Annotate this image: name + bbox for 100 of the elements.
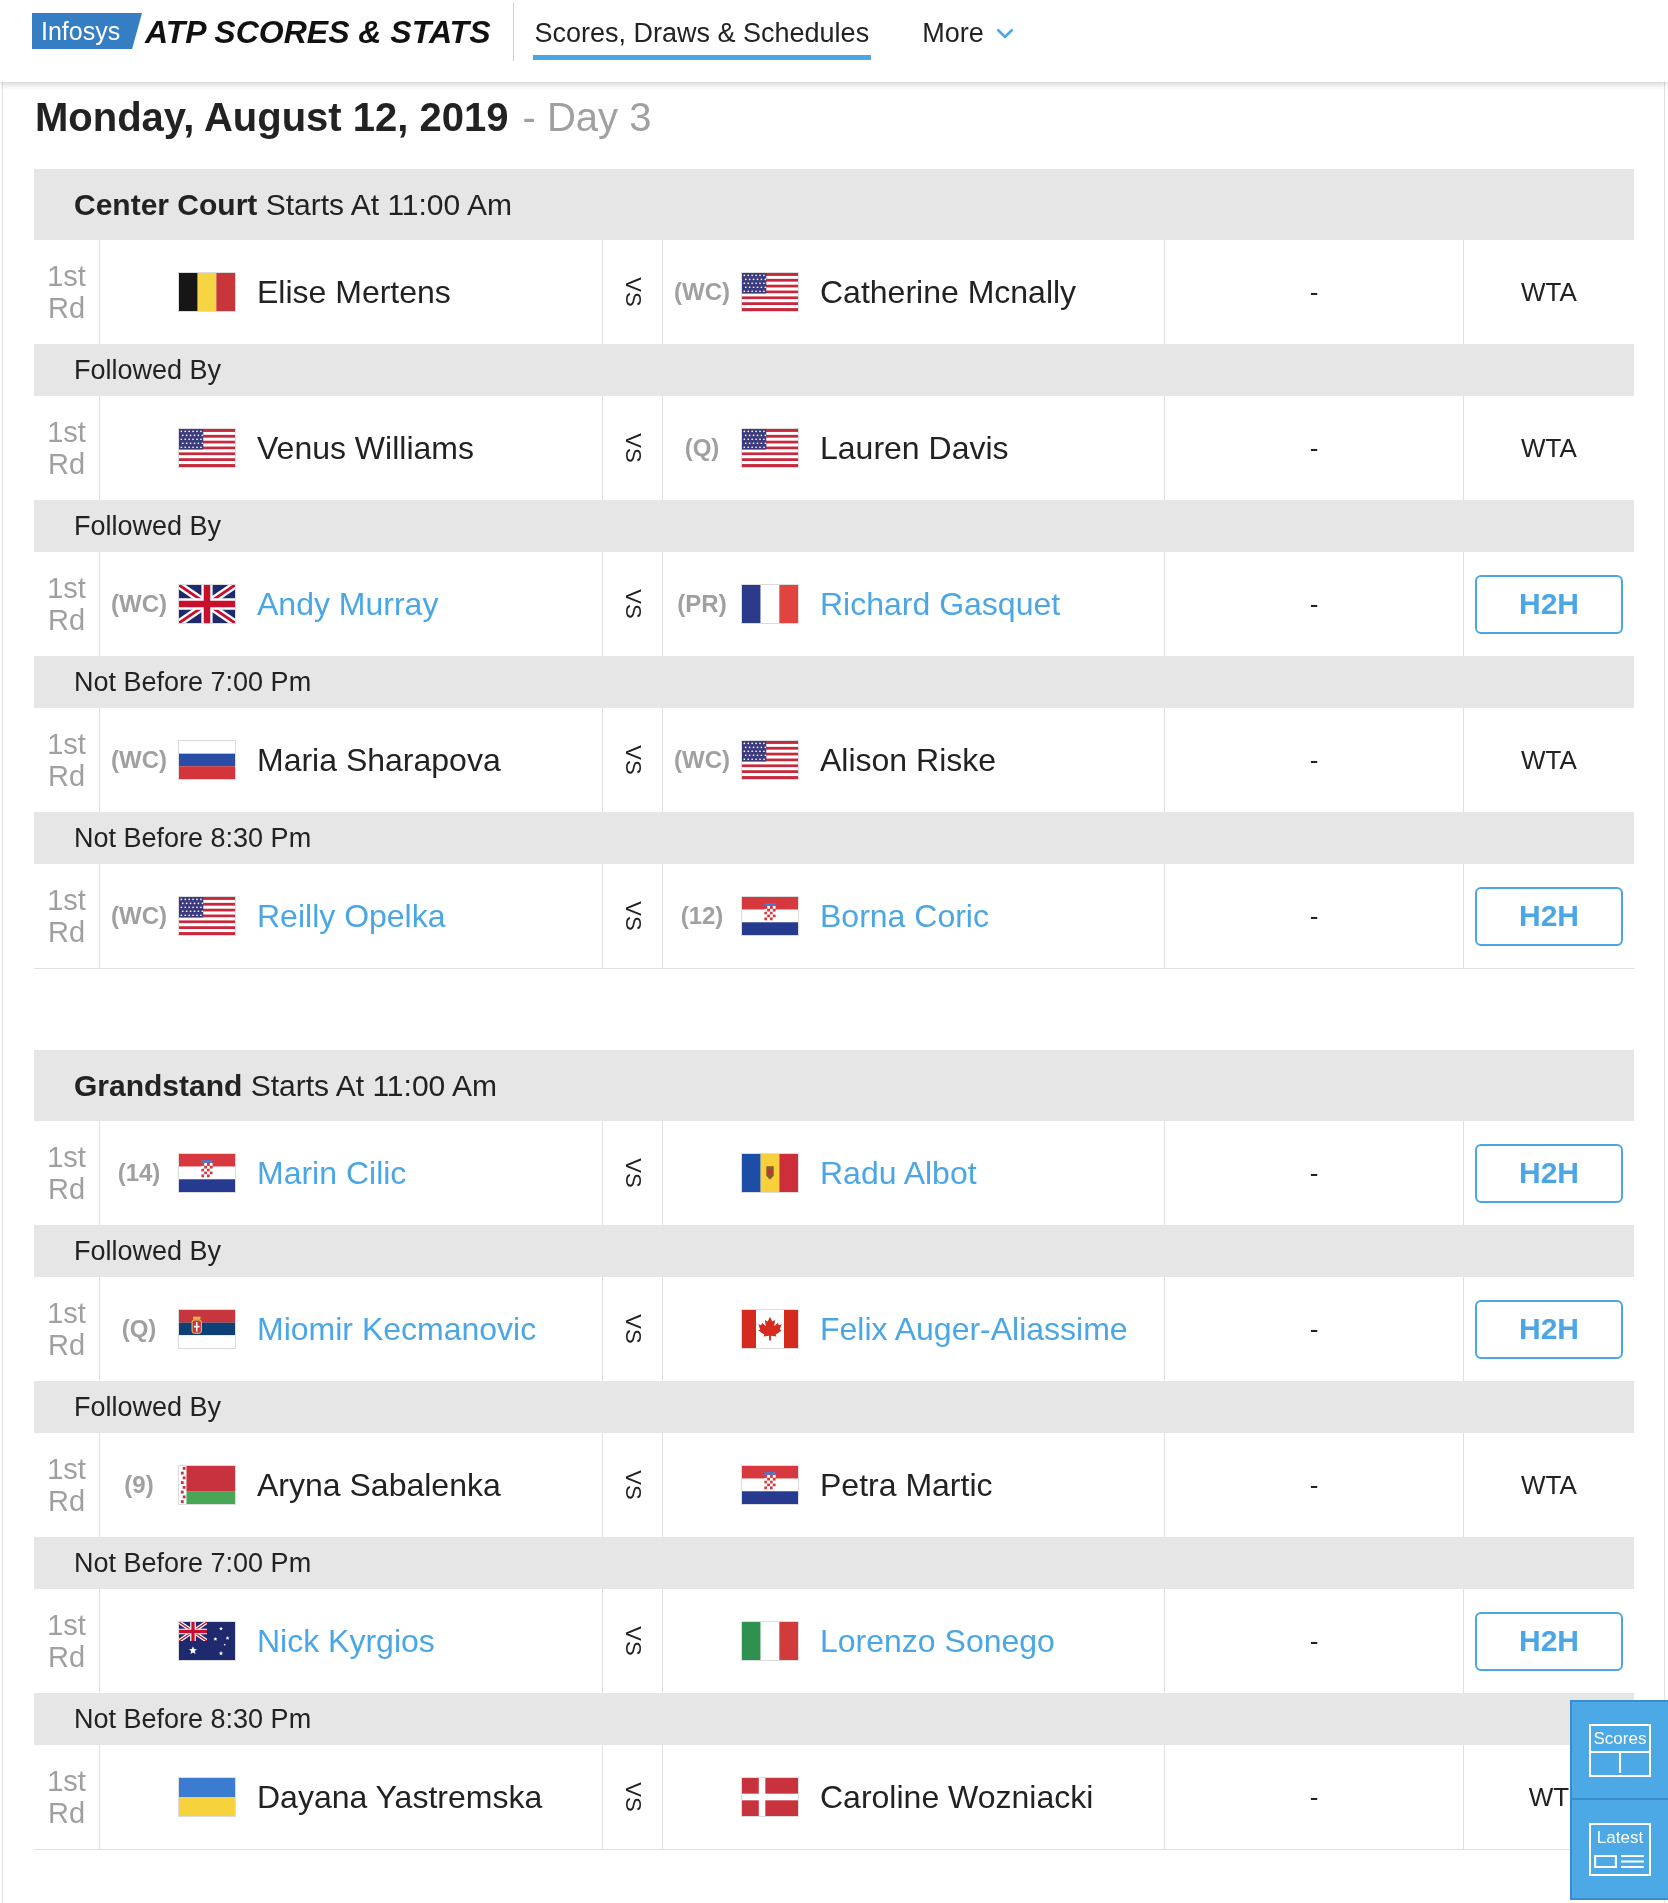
versus-label: VS	[619, 589, 646, 619]
player-name: Elise Mertens	[257, 273, 451, 311]
belgium-flag-icon	[178, 272, 236, 312]
player-link[interactable]: Reilly Opelka	[257, 897, 446, 935]
score-label: -	[1309, 1625, 1319, 1657]
score-label: -	[1309, 1313, 1319, 1345]
player-name: Dayana Yastremska	[257, 1778, 543, 1816]
seed-label: (PR)	[677, 590, 727, 618]
panel-grid-icon	[1591, 1750, 1649, 1773]
nav-tab[interactable]: More	[920, 0, 1016, 60]
union-jack-flag-icon	[178, 584, 236, 624]
player-link[interactable]: Andy Murray	[257, 585, 439, 623]
versus-label: VS	[619, 1314, 646, 1344]
seed-label: (WC)	[674, 278, 730, 306]
court-title: Center Court Starts At 11:00 Am	[74, 187, 512, 222]
player-link[interactable]: Nick Kyrgios	[257, 1622, 435, 1660]
score-label: -	[1309, 900, 1319, 932]
versus-label: VS	[619, 745, 646, 775]
score-label: -	[1309, 1781, 1319, 1813]
usa-flag-icon	[741, 740, 799, 780]
round-label: 1st Rd	[47, 1297, 86, 1361]
russia-flag-icon	[178, 740, 236, 780]
tour-label: WTA	[1521, 1469, 1577, 1501]
player-name: Petra Martic	[820, 1466, 993, 1504]
h2h-button[interactable]: H2H	[1475, 1143, 1623, 1203]
score-label: -	[1309, 588, 1319, 620]
croatia-flag-icon	[178, 1153, 236, 1193]
ukraine-flag-icon	[178, 1777, 236, 1817]
player-link[interactable]: Marin Cilic	[257, 1154, 407, 1192]
seed-label: (WC)	[111, 746, 167, 774]
player-link[interactable]: Felix Auger-Aliassime	[820, 1310, 1128, 1348]
h2h-button[interactable]: H2H	[1475, 1611, 1623, 1671]
sponsor-logo: Infosys	[32, 13, 142, 49]
australia-flag-icon	[178, 1621, 236, 1661]
usa-flag-icon	[178, 428, 236, 468]
seed-label: (9)	[124, 1471, 154, 1499]
date-heading: Monday, August 12, 2019	[35, 94, 509, 141]
seed-label: (Q)	[121, 1315, 157, 1343]
versus-label: VS	[619, 433, 646, 463]
latest-button[interactable]: Latest	[1570, 1800, 1668, 1900]
round-label: 1st Rd	[47, 572, 86, 636]
schedule-note: Not Before 7:00 Pm	[74, 666, 312, 698]
court-title: Grandstand Starts At 11:00 Am	[74, 1068, 497, 1103]
player-link[interactable]: Richard Gasquet	[820, 585, 1061, 623]
player-link[interactable]: Lorenzo Sonego	[820, 1622, 1055, 1660]
round-label: 1st Rd	[47, 1453, 86, 1517]
schedule-note: Not Before 8:30 Pm	[74, 1703, 312, 1735]
player-link[interactable]: Radu Albot	[820, 1154, 977, 1192]
player-link[interactable]: Miomir Kecmanovic	[257, 1310, 537, 1348]
round-label: 1st Rd	[47, 416, 86, 480]
seed-label: (WC)	[111, 590, 167, 618]
versus-label: VS	[619, 1782, 646, 1812]
usa-flag-icon	[741, 428, 799, 468]
versus-label: VS	[619, 277, 646, 307]
tour-label: WTA	[1521, 744, 1577, 776]
seed-label: (12)	[680, 902, 724, 930]
usa-flag-icon	[178, 896, 236, 936]
day-label: - Day 3	[522, 94, 652, 141]
croatia-flag-icon	[741, 896, 799, 936]
nav-tab[interactable]: Scores, Draws & Schedules	[532, 0, 872, 60]
versus-label: VS	[619, 1626, 646, 1656]
h2h-button[interactable]: H2H	[1475, 886, 1623, 946]
round-label: 1st Rd	[47, 884, 86, 948]
tour-label: WT	[1528, 1781, 1570, 1813]
round-label: 1st Rd	[47, 1141, 86, 1205]
player-name: Lauren Davis	[820, 429, 1009, 467]
score-label: -	[1309, 1469, 1319, 1501]
h2h-button[interactable]: H2H	[1475, 1299, 1623, 1359]
denmark-flag-icon	[741, 1777, 799, 1817]
player-link[interactable]: Borna Coric	[820, 897, 989, 935]
scores-button[interactable]: Scores	[1570, 1700, 1668, 1800]
seed-label: (WC)	[674, 746, 730, 774]
seed-label: (Q)	[684, 434, 720, 462]
player-name: Maria Sharapova	[257, 741, 501, 779]
tour-label: WTA	[1521, 276, 1577, 308]
player-name: Catherine Mcnally	[820, 273, 1077, 311]
round-label: 1st Rd	[47, 1765, 86, 1829]
tour-label: WTA	[1521, 432, 1577, 464]
italy-flag-icon	[741, 1621, 799, 1661]
round-label: 1st Rd	[47, 260, 86, 324]
brand-logo[interactable]: ATP SCORES & STATS	[145, 14, 491, 50]
croatia-flag-icon	[741, 1465, 799, 1505]
player-name: Venus Williams	[257, 429, 474, 467]
schedule-note: Followed By	[74, 510, 222, 542]
schedule-note: Followed By	[74, 1235, 222, 1267]
moldova-flag-icon	[741, 1153, 799, 1193]
france-flag-icon	[741, 584, 799, 624]
schedule-note: Followed By	[74, 1391, 222, 1423]
belarus-flag-icon	[178, 1465, 236, 1505]
serbia-flag-icon	[178, 1309, 236, 1349]
versus-label: VS	[619, 1470, 646, 1500]
score-label: -	[1309, 276, 1319, 308]
canada-flag-icon	[741, 1309, 799, 1349]
versus-label: VS	[619, 901, 646, 931]
usa-flag-icon	[741, 272, 799, 312]
score-label: -	[1309, 1157, 1319, 1189]
h2h-button[interactable]: H2H	[1475, 574, 1623, 634]
schedule-note: Followed By	[74, 354, 222, 386]
round-label: 1st Rd	[47, 728, 86, 792]
seed-label: (14)	[117, 1159, 161, 1187]
